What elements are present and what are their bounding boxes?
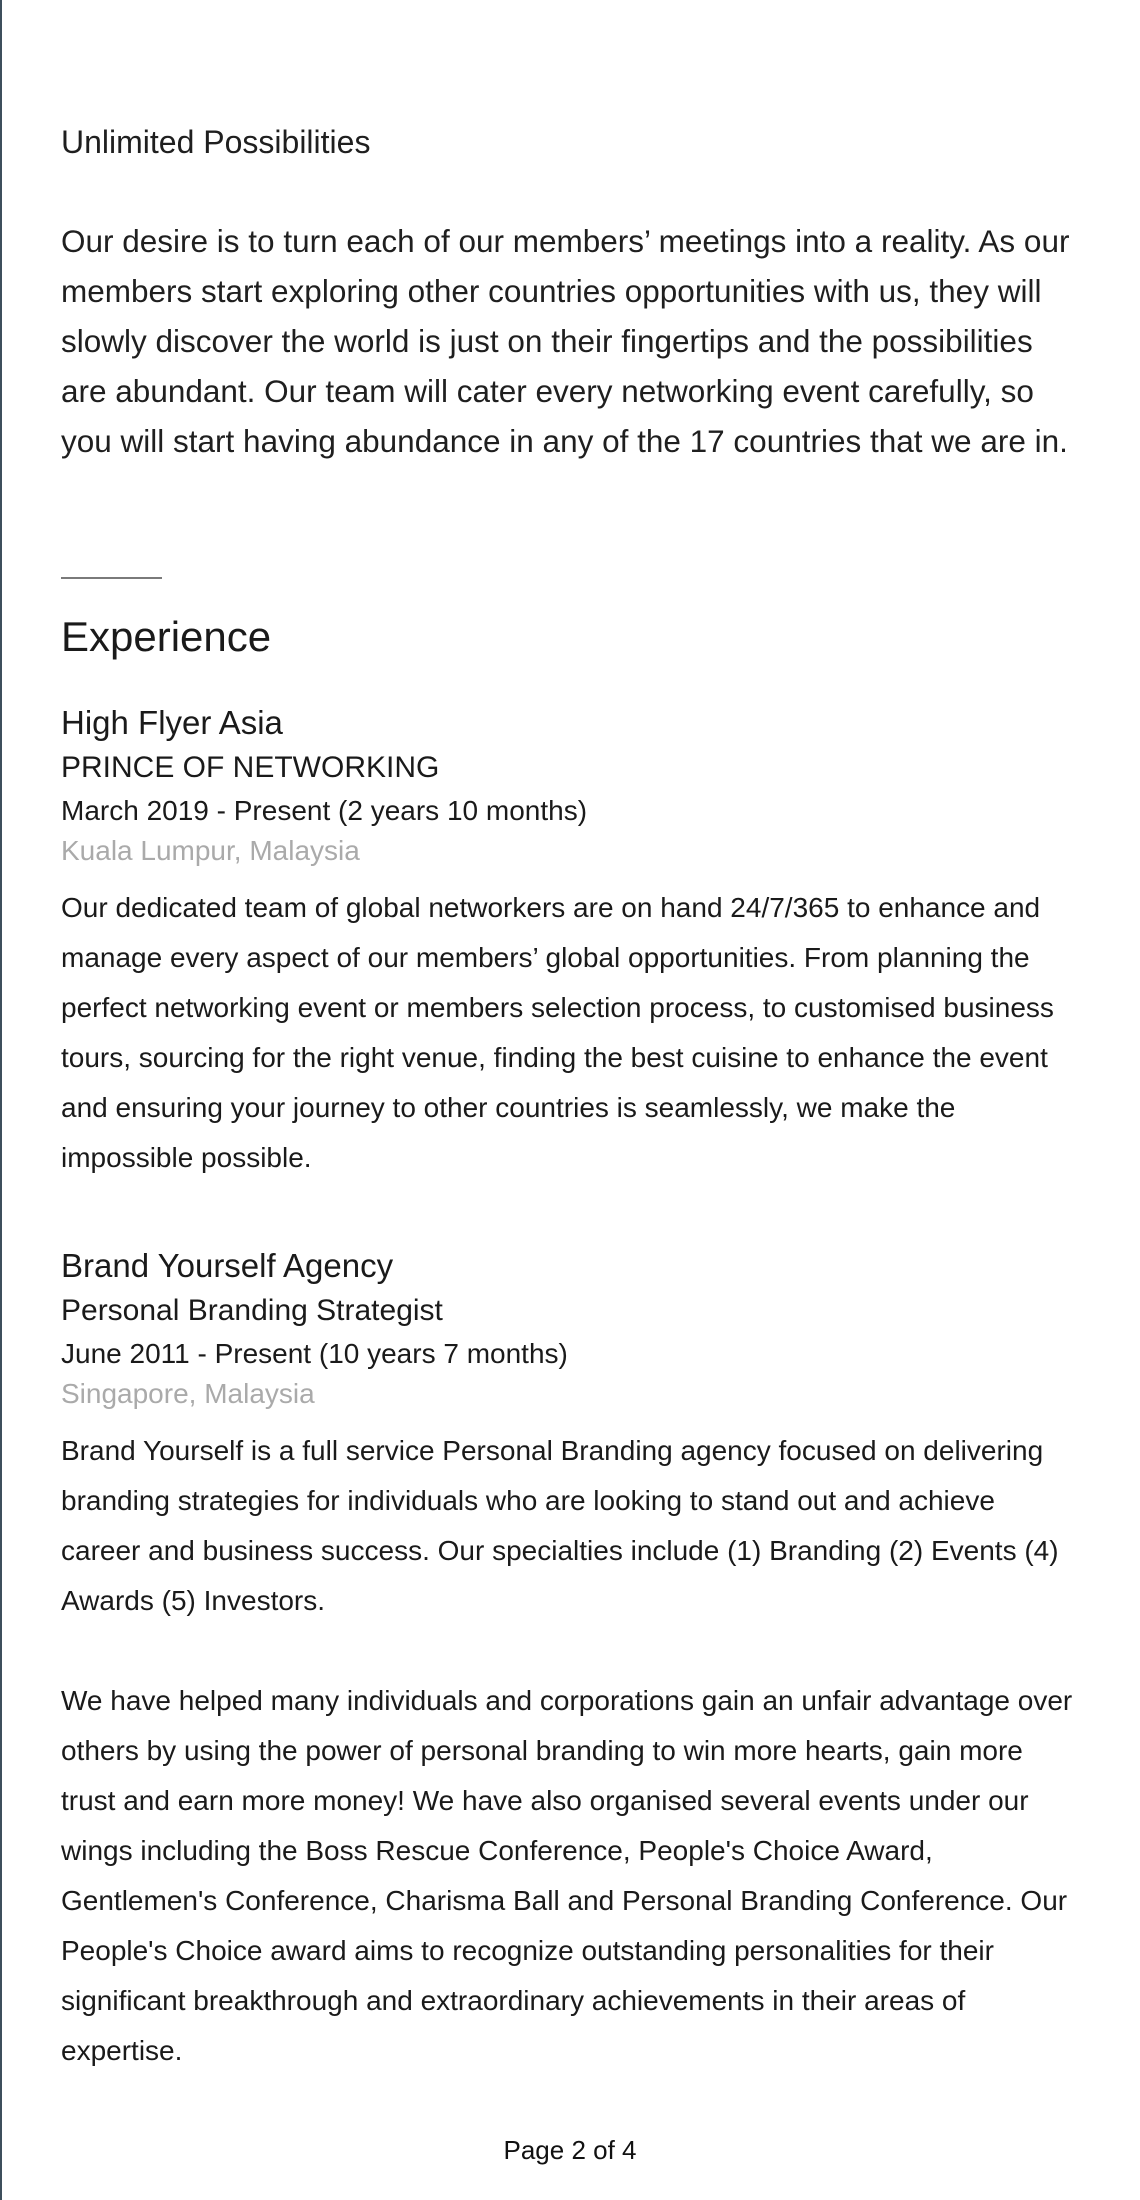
job-dates: June 2011 - Present (10 years 7 months) (61, 1338, 568, 1369)
summary-heading: Unlimited Possibilities (61, 124, 371, 160)
job-description: Brand Yourself is a full service Persona… (61, 1435, 1059, 1616)
page-number: Page 2 of 4 (503, 2135, 637, 2165)
job-company: Brand Yourself Agency (61, 1247, 394, 1284)
job-title: Personal Branding Strategist (61, 1294, 443, 1327)
experience-entry-high-flyer-asia: High Flyer Asia PRINCE OF NETWORKING Mar… (61, 701, 1081, 1183)
experience-heading: Experience (61, 613, 272, 660)
job-description: Our dedicated team of global networkers … (61, 892, 1054, 1173)
job-description: We have helped many individuals and corp… (61, 1685, 1073, 2066)
job-company: High Flyer Asia (61, 704, 283, 741)
summary-body: Our desire is to turn each of our member… (61, 223, 1070, 459)
job-dates: March 2019 - Present (2 years 10 months) (61, 795, 588, 826)
section-divider (61, 577, 162, 579)
experience-entry-brand-yourself-agency: Brand Yourself Agency Personal Branding … (61, 1244, 1081, 2076)
job-title: PRINCE OF NETWORKING (61, 751, 440, 784)
job-location: Kuala Lumpur, Malaysia (61, 835, 360, 866)
job-location: Singapore, Malaysia (61, 1378, 315, 1409)
page-left-border (0, 0, 2, 2200)
